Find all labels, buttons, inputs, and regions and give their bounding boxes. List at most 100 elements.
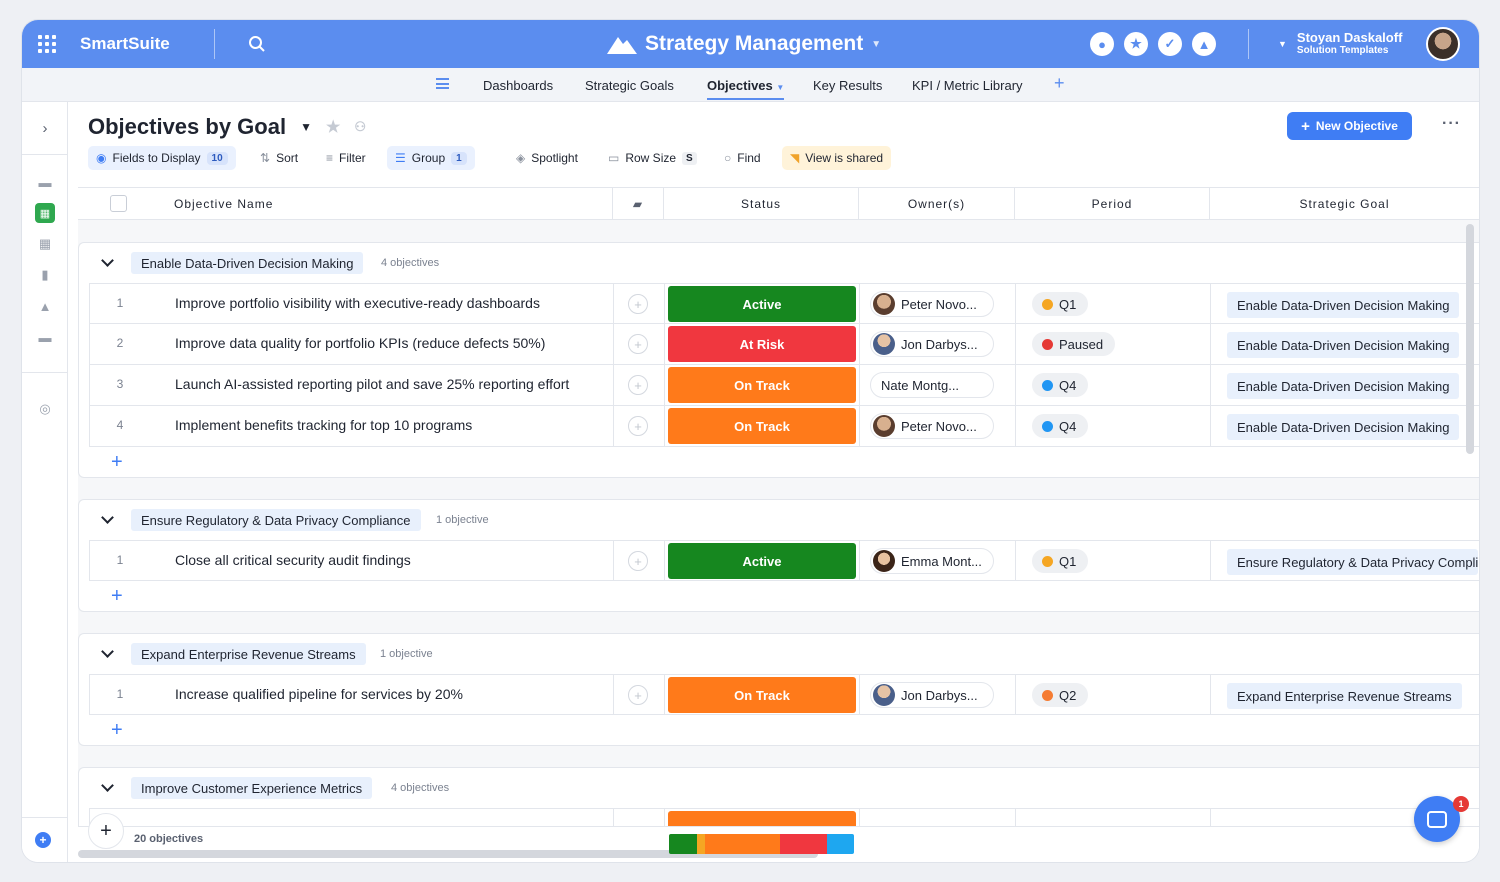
chevron-down-icon[interactable] (101, 645, 114, 658)
column-header-status[interactable]: Status (664, 188, 859, 219)
apps-grid-icon[interactable] (38, 35, 56, 53)
chevron-down-icon[interactable] (101, 511, 114, 524)
star-icon[interactable]: ★ (1124, 32, 1148, 56)
view-title[interactable]: Objectives by Goal ▼ ★ ⚇ (88, 114, 366, 140)
owner-chip[interactable]: Nate Montg... (870, 372, 994, 398)
new-objective-button[interactable]: + New Objective (1287, 112, 1412, 140)
period-badge[interactable]: Q4 (1032, 373, 1089, 397)
objective-name[interactable]: Launch AI-assisted reporting pilot and s… (175, 376, 569, 392)
add-row-button[interactable]: + (111, 451, 123, 474)
tab-key-results[interactable]: Key Results (813, 78, 882, 93)
column-header-strategic-goal[interactable]: Strategic Goal (1210, 188, 1479, 219)
menu-icon[interactable] (436, 78, 449, 89)
add-comment-icon[interactable]: + (628, 685, 648, 705)
column-header-period[interactable]: Period (1015, 188, 1210, 219)
table-row[interactable]: 3 Launch AI-assisted reporting pilot and… (89, 365, 1479, 406)
group-header[interactable]: Enable Data-Driven Decision Making 4 obj… (79, 243, 1479, 283)
table-row[interactable]: 4 Implement benefits tracking for top 10… (89, 406, 1479, 447)
row-size-button[interactable]: ▭ Row Size S (600, 146, 705, 170)
fields-to-display-button[interactable]: ◉ Fields to Display 10 (88, 146, 236, 170)
strategic-goal-chip[interactable]: Expand Enterprise Revenue Streams (1227, 683, 1462, 709)
group-button[interactable]: ☰ Group 1 (387, 146, 475, 170)
period-badge[interactable]: Q2 (1032, 683, 1089, 707)
owner-chip[interactable]: Jon Darbys... (870, 682, 994, 708)
period-badge[interactable]: Paused (1032, 332, 1116, 356)
table-row[interactable]: 1 Increase qualified pipeline for servic… (89, 674, 1479, 715)
group-header[interactable]: Improve Customer Experience Metrics 4 ob… (79, 768, 1479, 808)
strategic-goal-chip[interactable]: Ensure Regulatory & Data Privacy Compli (1227, 549, 1479, 575)
folder-icon[interactable]: ▬ (35, 172, 55, 192)
owner-chip[interactable]: Jon Darbys... (870, 331, 994, 357)
objective-name[interactable]: Close all critical security audit findin… (175, 552, 411, 568)
chart-icon[interactable]: ▲ (35, 296, 55, 316)
chevron-down-icon[interactable] (101, 254, 114, 267)
period-badge[interactable]: Q1 (1032, 292, 1089, 316)
objective-name[interactable]: Improve portfolio visibility with execut… (175, 295, 540, 311)
status-badge[interactable]: On Track (668, 367, 856, 403)
app-title[interactable]: Strategy Management ▼ (607, 32, 881, 56)
add-row-button[interactable]: + (111, 585, 123, 608)
owner-chip[interactable]: Emma Mont... (870, 548, 994, 574)
star-icon[interactable]: ★ (326, 117, 340, 137)
spotlight-button[interactable]: ◈ Spotlight (508, 146, 586, 170)
add-comment-icon[interactable]: + (628, 294, 648, 314)
owner-chip[interactable]: Peter Novo... (870, 413, 994, 439)
objective-name[interactable]: Implement benefits tracking for top 10 p… (175, 417, 472, 433)
add-comment-icon[interactable]: + (628, 416, 648, 436)
select-all-checkbox[interactable] (109, 195, 127, 212)
grid-view-icon[interactable]: ▦ (35, 203, 55, 223)
chevron-down-icon[interactable]: ▼ (300, 120, 312, 134)
column-header-comments[interactable]: ▰ (613, 188, 664, 219)
add-record-button[interactable]: + (88, 813, 124, 849)
add-comment-icon[interactable]: + (628, 334, 648, 354)
user-menu[interactable]: ▼ Stoyan Daskaloff Solution Templates (1278, 30, 1402, 57)
add-comment-icon[interactable]: + (628, 551, 648, 571)
strategic-goal-chip[interactable]: Enable Data-Driven Decision Making (1227, 332, 1460, 358)
filter-button[interactable]: ≡ Filter (318, 146, 374, 170)
vertical-scrollbar[interactable] (1466, 224, 1474, 454)
group-header[interactable]: Ensure Regulatory & Data Privacy Complia… (79, 500, 1479, 540)
folder-icon[interactable]: ▬ (35, 327, 55, 347)
tab-strategic-goals[interactable]: Strategic Goals (585, 78, 674, 93)
strategic-goal-chip[interactable]: Enable Data-Driven Decision Making (1227, 373, 1460, 399)
check-icon[interactable]: ✓ (1158, 32, 1182, 56)
status-badge[interactable]: Active (668, 543, 856, 579)
status-badge[interactable]: On Track (668, 677, 856, 713)
avatar[interactable] (1426, 27, 1460, 61)
status-badge[interactable]: Active (668, 286, 856, 322)
strategic-goal-chip[interactable]: Enable Data-Driven Decision Making (1227, 292, 1460, 318)
table-row[interactable]: 1 Close all critical security audit find… (89, 540, 1479, 581)
period-badge[interactable]: Q4 (1032, 414, 1089, 438)
objective-name[interactable]: Improve data quality for portfolio KPIs … (175, 335, 545, 351)
card-view-icon[interactable]: ▦ (35, 234, 55, 254)
sort-button[interactable]: ⇅ Sort (252, 146, 306, 170)
column-header-owners[interactable]: Owner(s) (859, 188, 1015, 219)
chevron-right-icon[interactable]: › (35, 118, 55, 138)
table-row[interactable]: 2 Improve data quality for portfolio KPI… (89, 324, 1479, 365)
tab-objectives[interactable]: Objectives ▼ (707, 78, 785, 100)
column-header-name[interactable]: Objective Name (158, 188, 613, 219)
find-button[interactable]: ○ Find (716, 146, 769, 170)
group-header[interactable]: Expand Enterprise Revenue Streams 1 obje… (79, 634, 1479, 674)
tab-dashboards[interactable]: Dashboards (483, 78, 553, 93)
chevron-down-icon[interactable] (101, 779, 114, 792)
team-icon[interactable]: ● (1090, 32, 1114, 56)
brand-logo[interactable]: SmartSuite (80, 34, 170, 54)
search-icon[interactable] (248, 35, 266, 58)
owner-chip[interactable]: Peter Novo... (870, 291, 994, 317)
people-icon[interactable]: ⚇ (354, 119, 366, 135)
strategic-goal-chip[interactable]: Enable Data-Driven Decision Making (1227, 414, 1460, 440)
status-badge[interactable]: On Track (668, 408, 856, 444)
settings-icon[interactable]: ◎ (35, 399, 55, 419)
tab-kpi-metric-library[interactable]: KPI / Metric Library (912, 78, 1023, 93)
add-icon[interactable]: + (35, 832, 51, 848)
kanban-icon[interactable]: ▮ (35, 265, 55, 285)
period-badge[interactable]: Q1 (1032, 549, 1089, 573)
status-badge[interactable]: At Risk (668, 326, 856, 362)
bell-icon[interactable]: ▲ (1192, 32, 1216, 56)
view-shared-button[interactable]: ◥ View is shared (782, 146, 892, 170)
add-tab-button[interactable]: + (1054, 73, 1065, 94)
add-row-button[interactable]: + (111, 719, 123, 742)
objective-name[interactable]: Increase qualified pipeline for services… (175, 686, 463, 702)
table-row[interactable]: 1 Improve portfolio visibility with exec… (89, 283, 1479, 324)
